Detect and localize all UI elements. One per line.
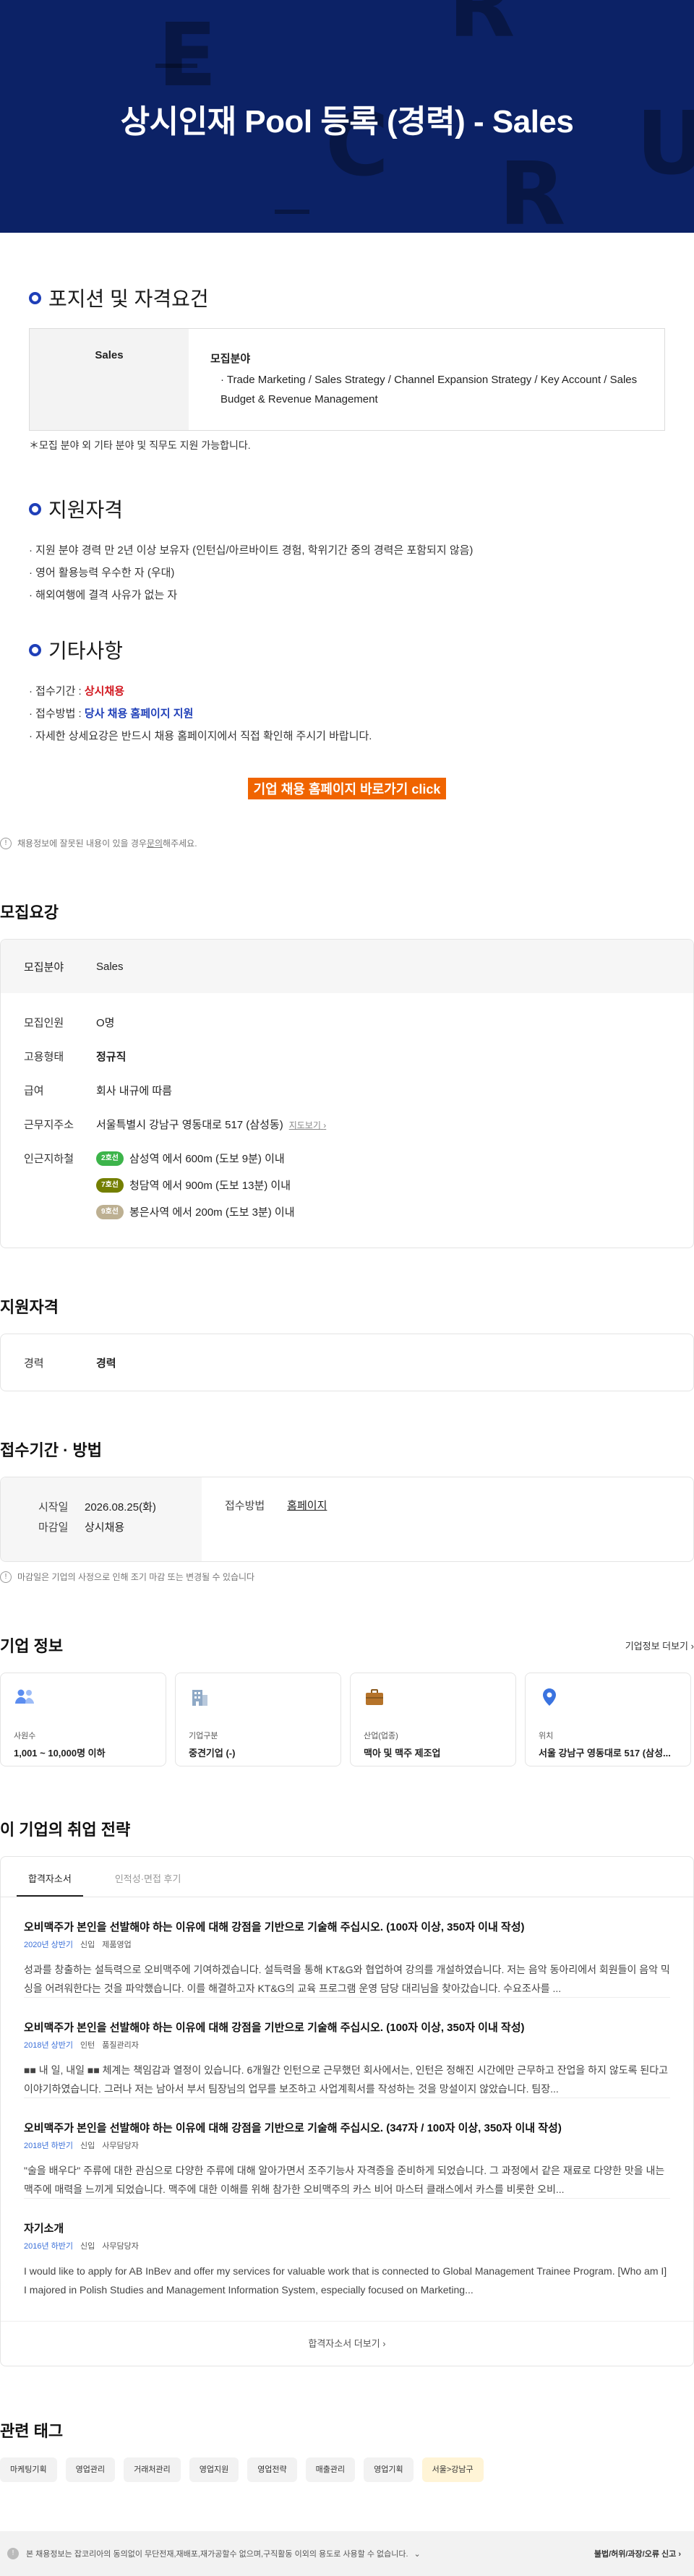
salary-row: 급여 회사 내규에 따름 [24, 1085, 172, 1097]
location-pin-icon [539, 1686, 677, 1708]
subway-item: 7호선 청담역 에서 900m (도보 13분) 이내 [96, 1177, 670, 1193]
chevron-right-icon: › [382, 2338, 386, 2349]
circle-bullet-icon [29, 502, 41, 515]
essay-item[interactable]: 오비맥주가 본인을 선발해야 하는 이유에 대해 강점을 기반으로 기술해 주십… [24, 1919, 670, 1998]
subway-item: 2호선 삼성역 에서 600m (도보 9분) 이내 [96, 1151, 670, 1166]
section-title: 지원자격 [0, 1298, 59, 1316]
tag-chip[interactable]: 서울>강남구 [421, 2457, 484, 2482]
tab-essays[interactable]: 합격자소서 [17, 1857, 83, 1897]
list-item: · 접수기간 : 상시채용 [29, 685, 125, 697]
hero-ghost-bar [275, 210, 309, 214]
company-card: 사원수 1,001 ~ 10,000명 이하 [0, 1673, 166, 1766]
essay-item[interactable]: 오비맥주가 본인을 선발해야 하는 이유에 대해 강점을 기반으로 기술해 주십… [24, 2019, 670, 2098]
position-table: Sales 모집분야 · Trade Marketing / Sales Str… [29, 328, 665, 431]
tag-chip[interactable]: 거래처관리 [124, 2457, 181, 2482]
report-bar: ! 채용정보에 잘못된 내용이 있을 경우 문의 해주세요. [0, 837, 665, 849]
subway-line-badge: 7호선 [96, 1177, 124, 1193]
building-icon [189, 1686, 327, 1708]
company-card: 산업(업종) 맥아 및 맥주 제조업 [350, 1673, 516, 1766]
section-title: 관련 태그 [0, 2422, 64, 2440]
company-cards: 사원수 1,001 ~ 10,000명 이하 기업구분 중견기업 (-) 산업(… [0, 1673, 694, 1766]
tag-chip[interactable]: 영업전략 [247, 2457, 297, 2482]
end-date: 상시채용 [85, 1521, 125, 1534]
position-field-value: · Trade Marketing / Sales Strategy / Cha… [220, 374, 638, 405]
company-more-link[interactable]: 기업정보 더보기 › [625, 1639, 694, 1652]
briefcase-icon [364, 1686, 502, 1708]
apply-qualification-section: 지원자격 경력 경력 [0, 1295, 694, 1391]
chevron-right-icon: › [690, 1640, 694, 1652]
section-heading: 기타사항 [29, 635, 665, 664]
list-item: · 자세한 상세요강은 반드시 채용 홈페이지에서 직접 확인해 주시기 바랍니… [29, 730, 372, 742]
tag-chip[interactable]: 영업지원 [189, 2457, 239, 2482]
essay-item[interactable]: 자기소개 2016년 하반기 신입 사무담당자 I would like to ap… [24, 2220, 670, 2299]
section-title: 이 기업의 취업 전략 [0, 1821, 131, 1839]
job-description: 포지션 및 자격요건 Sales 모집분야 · Trade Marketing … [0, 233, 694, 849]
inquiry-link[interactable]: 문의 [147, 837, 163, 849]
list-item: · 영어 활용능력 우수한 자 (우대) [29, 567, 175, 579]
report-button[interactable]: 불법/허위/과장/오류 신고 › [594, 2548, 681, 2559]
qualification-list: · 지원 분야 경력 만 2년 이상 보유자 (인턴십/아르바이트 경험, 학위… [29, 539, 665, 606]
career-row: 경력 경력 [24, 1357, 116, 1370]
section-title: 기업 정보 [0, 1637, 64, 1655]
people-icon [14, 1686, 153, 1708]
circle-bullet-icon [29, 643, 41, 656]
list-item: · 지원 분야 경력 만 2년 이상 보유자 (인턴십/아르바이트 경험, 학위… [29, 544, 474, 557]
start-date: 2026.08.25(화) [85, 1501, 156, 1514]
recruit-section: 모집요강 모집분야 Sales 모집인원 O명 고용형태 정규직 급여 회사 내규에 … [0, 900, 694, 1248]
chevron-down-icon[interactable]: ⌄ [414, 2549, 421, 2559]
info-icon: ! [0, 1571, 12, 1583]
essay-item[interactable]: 오비맥주가 본인을 선발해야 하는 이유에 대해 강점을 기반으로 기술해 주십… [24, 2120, 670, 2199]
map-link[interactable]: 지도보기 › [289, 1120, 327, 1130]
tag-chip[interactable]: 마케팅기획 [0, 2457, 57, 2482]
essays-more-button[interactable]: 합격자소서 더보기 › [1, 2321, 693, 2366]
period-note: ! 마감일은 기업의 사정으로 인해 조기 마감 또는 변경될 수 있습니다 [0, 1571, 694, 1583]
tags-section: 관련 태그 마케팅기획 영업관리 거래처관리 영업지원 영업전략 매출관리 영업… [0, 2418, 694, 2482]
strategy-section: 이 기업의 취업 전략 합격자소서 인적성·면접 후기 오비맥주가 본인을 선발… [0, 1817, 694, 2366]
section-heading: 지원자격 [29, 494, 665, 523]
homepage-cta-button[interactable]: 기업 채용 홈페이지 바로가기 click [247, 778, 447, 799]
circle-bullet-icon [29, 291, 41, 304]
address-row: 근무지주소 서울특별시 강남구 영동대로 517 (삼성동) 지도보기 › [24, 1119, 327, 1131]
tag-chip[interactable]: 영업기획 [364, 2457, 414, 2482]
subway-line-badge: 9호선 [96, 1204, 124, 1219]
position-name: Sales [30, 329, 189, 430]
section-title: 모집요강 [0, 903, 59, 922]
tag-list: 마케팅기획 영업관리 거래처관리 영업지원 영업전략 매출관리 영업기획 서울>… [0, 2457, 694, 2482]
apply-method-link[interactable]: 홈페이지 [287, 1500, 327, 1512]
warning-icon: ! [7, 2548, 19, 2559]
footer-notice: 본 채용정보는 잡코리아의 동의없이 무단전재,재배포,재가공할수 없으며,구직… [26, 2550, 408, 2559]
section-title: 접수기간 · 방법 [0, 1441, 102, 1459]
etc-list: · 접수기간 : 상시채용 · 접수방법 : 당사 채용 홈페이지 지원 · 자… [29, 680, 665, 747]
chevron-right-icon: › [678, 2550, 681, 2559]
hero-ghost-letter: E [158, 6, 217, 106]
list-item: · 접수방법 : 당사 채용 홈페이지 지원 [29, 708, 194, 720]
company-card: 위치 서울 강남구 영동대로 517 (삼성... [525, 1673, 691, 1766]
hero-banner: E C R U R 상시인재 Pool 등록 (경력) - Sales [0, 0, 694, 233]
subway-line-badge: 2호선 [96, 1151, 124, 1166]
footer-bar: ! 본 채용정보는 잡코리아의 동의없이 무단전재,재배포,재가공할수 없으며,… [0, 2531, 694, 2576]
subway-row: 인근지하철 2호선 삼성역 에서 600m (도보 9분) 이내 7호선 청담역 에… [1, 1151, 693, 1231]
headcount-row: 모집인원 O명 [24, 1017, 115, 1029]
employment-type-row: 고용형태 정규직 [24, 1051, 127, 1063]
period-section: 접수기간 · 방법 시작일 2026.08.25(화) 마감일 상시채용 접수방법 … [0, 1438, 694, 1583]
company-section: 기업 정보 기업정보 더보기 › 사원수 1,001 ~ 10,000명 이하 … [0, 1633, 694, 1766]
info-icon: ! [0, 837, 12, 849]
recruit-field-value: Sales [96, 960, 124, 973]
position-field-label: 모집분야 [210, 353, 251, 365]
chevron-right-icon: › [323, 1120, 327, 1130]
page-title: 상시인재 Pool 등록 (경력) - Sales [120, 104, 574, 139]
subway-item: 9호선 봉은사역 에서 200m (도보 3분) 이내 [96, 1204, 670, 1219]
strategy-tabs: 합격자소서 인적성·면접 후기 [1, 1857, 693, 1897]
tag-chip[interactable]: 매출관리 [305, 2457, 356, 2482]
hero-ghost-letter: R [499, 145, 566, 233]
list-item: · 해외여행에 결격 사유가 없는 자 [29, 589, 178, 601]
recruit-box: 모집분야 Sales 모집인원 O명 고용형태 정규직 급여 회사 내규에 따름 근무… [0, 939, 694, 1248]
hero-ghost-letter: R [448, 0, 515, 57]
section-heading: 포지션 및 자격요건 [29, 283, 665, 312]
hero-ghost-bar [155, 64, 197, 68]
tag-chip[interactable]: 영업관리 [65, 2457, 116, 2482]
company-card: 기업구분 중견기업 (-) [175, 1673, 341, 1766]
position-note: ＊모집 분야 외 기타 분야 및 직무도 지원 가능합니다. [29, 439, 251, 451]
tab-reviews[interactable]: 인적성·면접 후기 [103, 1857, 193, 1897]
